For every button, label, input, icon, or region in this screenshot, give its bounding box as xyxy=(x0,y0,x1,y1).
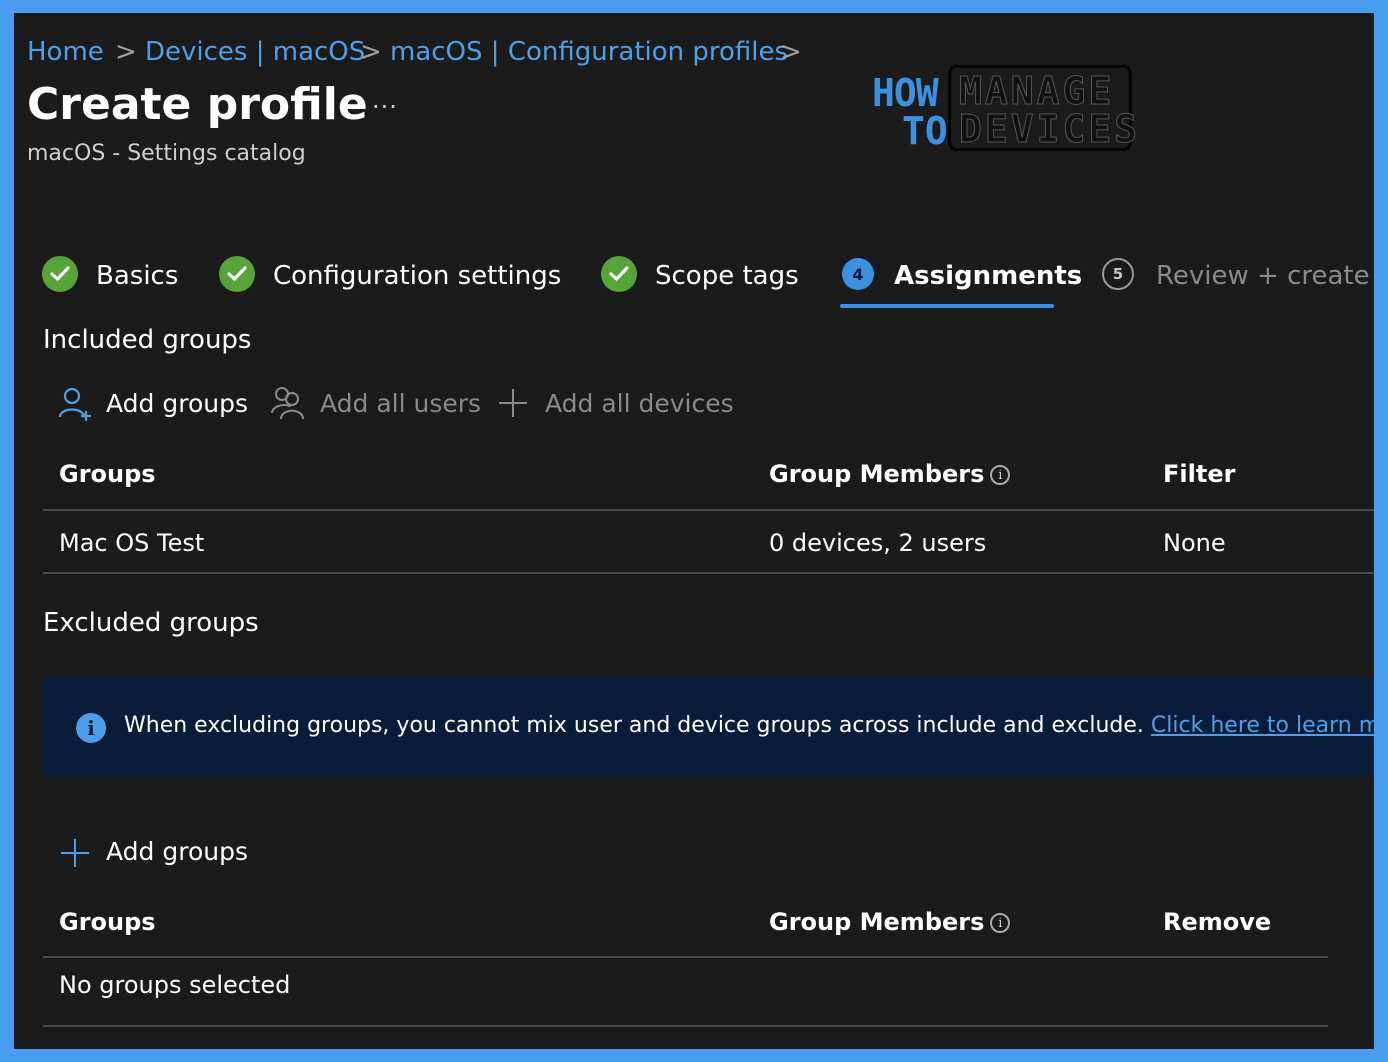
portal-frame: Home > Devices | macOS > macOS | Configu… xyxy=(14,13,1374,1049)
group-members-cell: 0 devices, 2 users xyxy=(769,529,987,557)
logo-devices: DEVICES xyxy=(958,107,1141,151)
empty-state-text: No groups selected xyxy=(59,971,291,999)
check-circle-icon xyxy=(42,256,78,292)
check-circle-icon xyxy=(219,256,255,292)
info-banner: i When excluding groups, you cannot mix … xyxy=(43,677,1374,777)
page-subtitle: macOS - Settings catalog xyxy=(27,141,306,166)
breadcrumb-devices-macos[interactable]: Devices | macOS xyxy=(145,37,365,67)
info-icon[interactable]: i xyxy=(990,465,1011,485)
breadcrumb-home[interactable]: Home xyxy=(27,37,104,67)
table-header-divider xyxy=(43,509,1374,511)
logo-manage: MANAGE xyxy=(958,69,1115,113)
excluded-groups-title: Excluded groups xyxy=(43,608,259,638)
users-icon xyxy=(270,385,308,421)
add-user-icon xyxy=(58,385,94,421)
check-circle-icon xyxy=(601,256,637,292)
more-options-button[interactable]: ··· xyxy=(372,93,398,121)
step-number-badge: 5 xyxy=(1102,258,1134,290)
info-banner-text: When excluding groups, you cannot mix us… xyxy=(124,713,1374,738)
column-header-groups: Groups xyxy=(59,908,156,936)
step-basics[interactable]: Basics xyxy=(96,261,178,291)
logo-box: MANAGE DEVICES xyxy=(948,65,1138,151)
add-excluded-groups-button[interactable]: Add groups xyxy=(106,837,248,866)
add-all-devices-button[interactable]: Add all devices xyxy=(545,389,734,418)
step-number-badge: 4 xyxy=(842,258,874,290)
logo-how: HOW xyxy=(872,71,939,115)
group-name-cell: Mac OS Test xyxy=(59,529,205,557)
info-message: When excluding groups, you cannot mix us… xyxy=(124,713,1151,738)
column-header-group-members: Group Members i xyxy=(769,908,1011,936)
column-header-group-members: Group Members i xyxy=(769,460,1011,488)
active-step-indicator xyxy=(840,304,1054,308)
included-groups-title: Included groups xyxy=(43,325,252,355)
filter-cell[interactable]: None xyxy=(1163,529,1226,557)
info-icon: i xyxy=(76,713,106,743)
column-header-filter: Filter xyxy=(1163,460,1236,488)
learn-more-link[interactable]: Click here to learn more ab xyxy=(1151,713,1374,738)
page-title: Create profile xyxy=(27,79,368,130)
plus-icon xyxy=(497,387,529,419)
step-review-create[interactable]: Review + create xyxy=(1156,261,1370,291)
info-icon[interactable]: i xyxy=(990,913,1011,933)
add-all-users-button[interactable]: Add all users xyxy=(320,389,481,418)
column-header-remove: Remove xyxy=(1163,908,1272,936)
table-row-divider xyxy=(43,1025,1328,1027)
column-header-groups: Groups xyxy=(59,460,156,488)
breadcrumb-configuration-profiles[interactable]: macOS | Configuration profiles xyxy=(390,37,788,67)
chevron-right-icon: > xyxy=(115,37,137,67)
table-row-divider xyxy=(43,572,1374,574)
step-assignments[interactable]: Assignments xyxy=(894,261,1082,291)
step-configuration-settings[interactable]: Configuration settings xyxy=(273,261,561,291)
plus-icon xyxy=(59,837,91,869)
chevron-right-icon: > xyxy=(360,37,382,67)
add-groups-button[interactable]: Add groups xyxy=(106,389,248,418)
table-header-divider xyxy=(43,956,1328,958)
chevron-right-icon: > xyxy=(780,37,802,67)
step-scope-tags[interactable]: Scope tags xyxy=(655,261,799,291)
logo-to: TO xyxy=(902,109,948,153)
